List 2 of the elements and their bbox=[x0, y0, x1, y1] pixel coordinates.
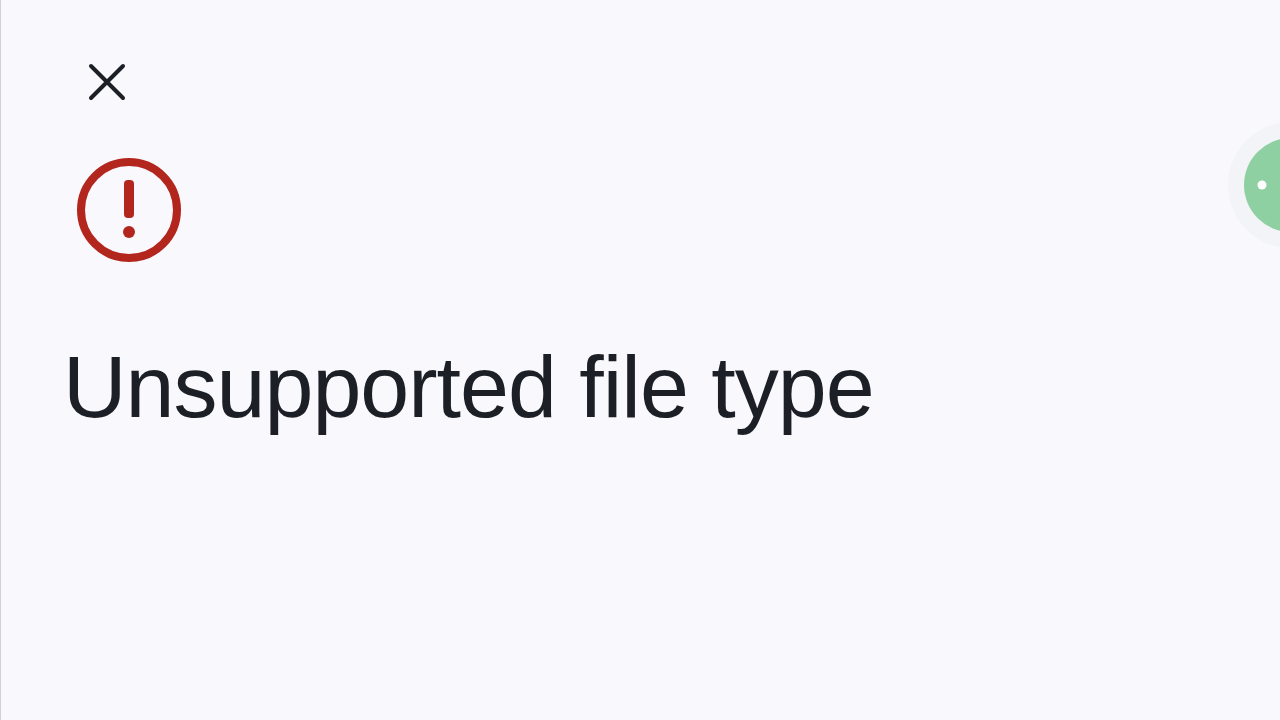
close-button[interactable] bbox=[87, 62, 127, 102]
error-title: Unsupported file type bbox=[63, 336, 874, 438]
